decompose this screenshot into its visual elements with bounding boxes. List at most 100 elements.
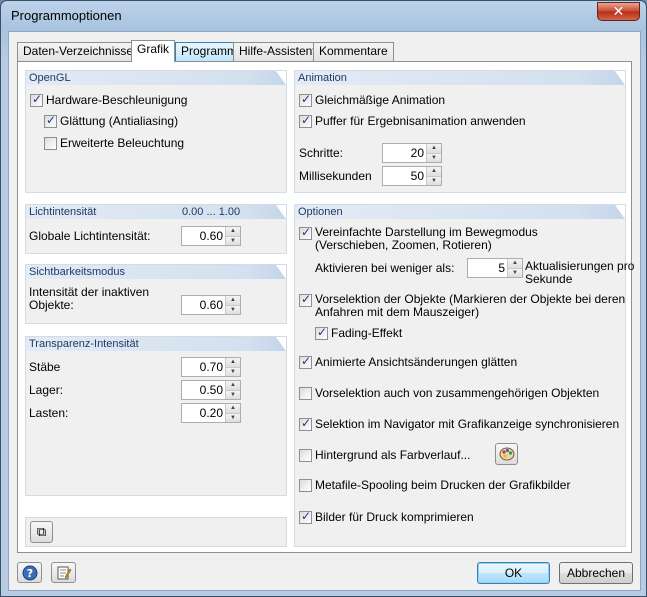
- spin-up-icon[interactable]: ▲: [426, 167, 441, 176]
- spin-down-icon[interactable]: ▼: [225, 367, 240, 376]
- preselection-option[interactable]: Vorselektion der Objekte (Markieren der …: [299, 292, 626, 319]
- spin-down-icon[interactable]: ▼: [507, 268, 522, 277]
- options-header: Optionen: [295, 205, 625, 219]
- navigator-sync-checkbox[interactable]: [299, 416, 312, 431]
- simplified-display-checkbox[interactable]: [299, 225, 312, 240]
- spin-up-icon[interactable]: ▲: [225, 296, 240, 305]
- navigator-sync-label: Selektion im Navigator mit Grafikanzeige…: [315, 417, 620, 431]
- title-bar[interactable]: Programmoptionen ✕: [1, 1, 646, 31]
- light-intensity-header: Lichtintensität 0.00 ... 1.00: [26, 205, 286, 219]
- animated-view-option[interactable]: Animierte Ansichtsänderungen glätten: [299, 354, 517, 369]
- metafile-spooling-checkbox[interactable]: [299, 479, 312, 492]
- spin-up-icon[interactable]: ▲: [507, 259, 522, 268]
- spin-down-icon[interactable]: ▼: [426, 176, 441, 185]
- grafik-panel: OpenGL Hardware-Beschleunigung Glättung …: [17, 61, 634, 553]
- fading-label: Fading-Effekt: [331, 326, 403, 340]
- inactive-intensity-value[interactable]: 0.60: [200, 298, 223, 312]
- spin-down-icon[interactable]: ▼: [426, 153, 441, 162]
- smooth-animation-checkbox[interactable]: [299, 92, 312, 107]
- left-toolbar: ⧉: [25, 517, 287, 547]
- gradient-background-option[interactable]: Hintergrund als Farbverlauf...: [299, 448, 470, 462]
- light-intensity-range: 0.00 ... 1.00: [182, 206, 241, 218]
- transparency-group: Transparenz-Intensität Stäbe 0.70 ▲ ▼ La…: [25, 336, 287, 496]
- tab-grafik[interactable]: Grafik: [131, 40, 176, 62]
- transparency-spinner-lager[interactable]: 0.50 ▲ ▼: [181, 380, 241, 400]
- default-settings-button[interactable]: ⧉: [30, 521, 53, 543]
- gradient-background-checkbox[interactable]: [299, 449, 312, 462]
- opengl-group: OpenGL Hardware-Beschleunigung Glättung …: [25, 70, 287, 193]
- spin-up-icon[interactable]: ▲: [225, 404, 240, 413]
- animation-buffer-option[interactable]: Puffer für Ergebnisanimation anwenden: [299, 113, 526, 128]
- svg-text:?: ?: [26, 567, 32, 580]
- simplified-display-option[interactable]: Vereinfachte Darstellung im Bewegmodus (…: [299, 225, 538, 252]
- dialog-client: Daten-Verzeichnisse Grafik Programm Hilf…: [8, 31, 641, 591]
- transparency-label-staebe: Stäbe: [29, 360, 61, 374]
- hw-accel-option[interactable]: Hardware-Beschleunigung: [30, 92, 187, 107]
- compress-images-option[interactable]: Bilder für Druck komprimieren: [299, 509, 474, 524]
- animated-view-checkbox[interactable]: [299, 354, 312, 369]
- animation-buffer-label: Puffer für Ergebnisanimation anwenden: [315, 114, 526, 128]
- hw-accel-checkbox[interactable]: [30, 92, 43, 107]
- spin-down-icon[interactable]: ▼: [225, 390, 240, 399]
- transparency-spinner-staebe[interactable]: 0.70 ▲ ▼: [181, 357, 241, 377]
- metafile-spooling-option[interactable]: Metafile-Spooling beim Drucken der Grafi…: [299, 478, 570, 492]
- transparency-spinner-lasten[interactable]: 0.20 ▲ ▼: [181, 403, 241, 423]
- spin-up-icon[interactable]: ▲: [225, 381, 240, 390]
- preselect-related-option[interactable]: Vorselektion auch von zusammengehörigen …: [299, 386, 599, 400]
- antialiasing-option[interactable]: Glättung (Antialiasing): [44, 113, 178, 128]
- update-rate-spinner[interactable]: 5 ▲ ▼: [467, 258, 523, 278]
- compress-images-checkbox[interactable]: [299, 509, 312, 524]
- cancel-button[interactable]: Abbrechen: [559, 562, 633, 584]
- edit-notes-button[interactable]: [51, 562, 76, 583]
- spin-up-icon[interactable]: ▲: [225, 358, 240, 367]
- inactive-intensity-spinner[interactable]: 0.60 ▲ ▼: [181, 295, 241, 315]
- close-button[interactable]: ✕: [597, 2, 640, 21]
- navigator-sync-option[interactable]: Selektion im Navigator mit Grafikanzeige…: [299, 416, 620, 431]
- animation-buffer-checkbox[interactable]: [299, 113, 312, 128]
- preselect-related-checkbox[interactable]: [299, 387, 312, 400]
- window-title: Programmoptionen: [11, 8, 122, 23]
- steps-spinner[interactable]: 20 ▲ ▼: [382, 143, 442, 163]
- tab-hilfe-assistent[interactable]: Hilfe-Assistent: [233, 42, 322, 61]
- extended-lighting-label: Erweiterte Beleuchtung: [60, 136, 185, 150]
- smooth-animation-label: Gleichmäßige Animation: [315, 93, 446, 107]
- opengl-header: OpenGL: [26, 71, 286, 85]
- transparency-value-lager[interactable]: 0.50: [200, 383, 223, 397]
- spin-up-icon[interactable]: ▲: [426, 144, 441, 153]
- options-group: Optionen Vereinfachte Darstellung im Bew…: [294, 204, 634, 547]
- update-rate-value[interactable]: 5: [498, 261, 505, 275]
- transparency-value-lasten[interactable]: 0.20: [200, 406, 223, 420]
- extended-lighting-option[interactable]: Erweiterte Beleuchtung: [44, 136, 184, 150]
- ok-button[interactable]: OK: [477, 562, 550, 584]
- help-button[interactable]: ?: [17, 562, 42, 583]
- fading-checkbox[interactable]: [315, 325, 328, 340]
- milliseconds-value[interactable]: 50: [411, 169, 424, 183]
- smooth-animation-option[interactable]: Gleichmäßige Animation: [299, 92, 446, 107]
- tab-kommentare[interactable]: Kommentare: [313, 42, 394, 61]
- milliseconds-spinner[interactable]: 50 ▲ ▼: [382, 166, 442, 186]
- transparency-value-staebe[interactable]: 0.70: [200, 360, 223, 374]
- spin-down-icon[interactable]: ▼: [225, 236, 240, 245]
- compress-images-label: Bilder für Druck komprimieren: [315, 510, 474, 524]
- spin-up-icon[interactable]: ▲: [225, 227, 240, 236]
- update-rate-unit: Aktualisierungen pro Sekunde: [525, 259, 635, 286]
- steps-label: Schritte:: [299, 146, 344, 160]
- global-light-spinner[interactable]: 0.60 ▲ ▼: [181, 226, 241, 246]
- preselection-checkbox[interactable]: [299, 292, 312, 307]
- color-palette-icon: [499, 447, 514, 461]
- tab-daten-verzeichnisse[interactable]: Daten-Verzeichnisse: [17, 42, 140, 61]
- steps-value[interactable]: 20: [411, 146, 424, 160]
- fading-option[interactable]: Fading-Effekt: [315, 325, 403, 340]
- antialiasing-checkbox[interactable]: [44, 113, 57, 128]
- transparency-header: Transparenz-Intensität: [26, 337, 286, 351]
- copy-settings-icon: ⧉: [36, 524, 47, 539]
- preselection-label: Vorselektion der Objekte (Markieren der …: [315, 292, 626, 319]
- animation-header: Animation: [295, 71, 625, 85]
- spin-down-icon[interactable]: ▼: [225, 305, 240, 314]
- extended-lighting-checkbox[interactable]: [44, 137, 57, 150]
- global-light-value[interactable]: 0.60: [200, 229, 223, 243]
- spin-down-icon[interactable]: ▼: [225, 413, 240, 422]
- dialog-window: Programmoptionen ✕ Daten-Verzeichnisse G…: [0, 0, 647, 597]
- color-gradient-button[interactable]: [495, 443, 518, 465]
- transparency-label-lager: Lager:: [29, 383, 64, 397]
